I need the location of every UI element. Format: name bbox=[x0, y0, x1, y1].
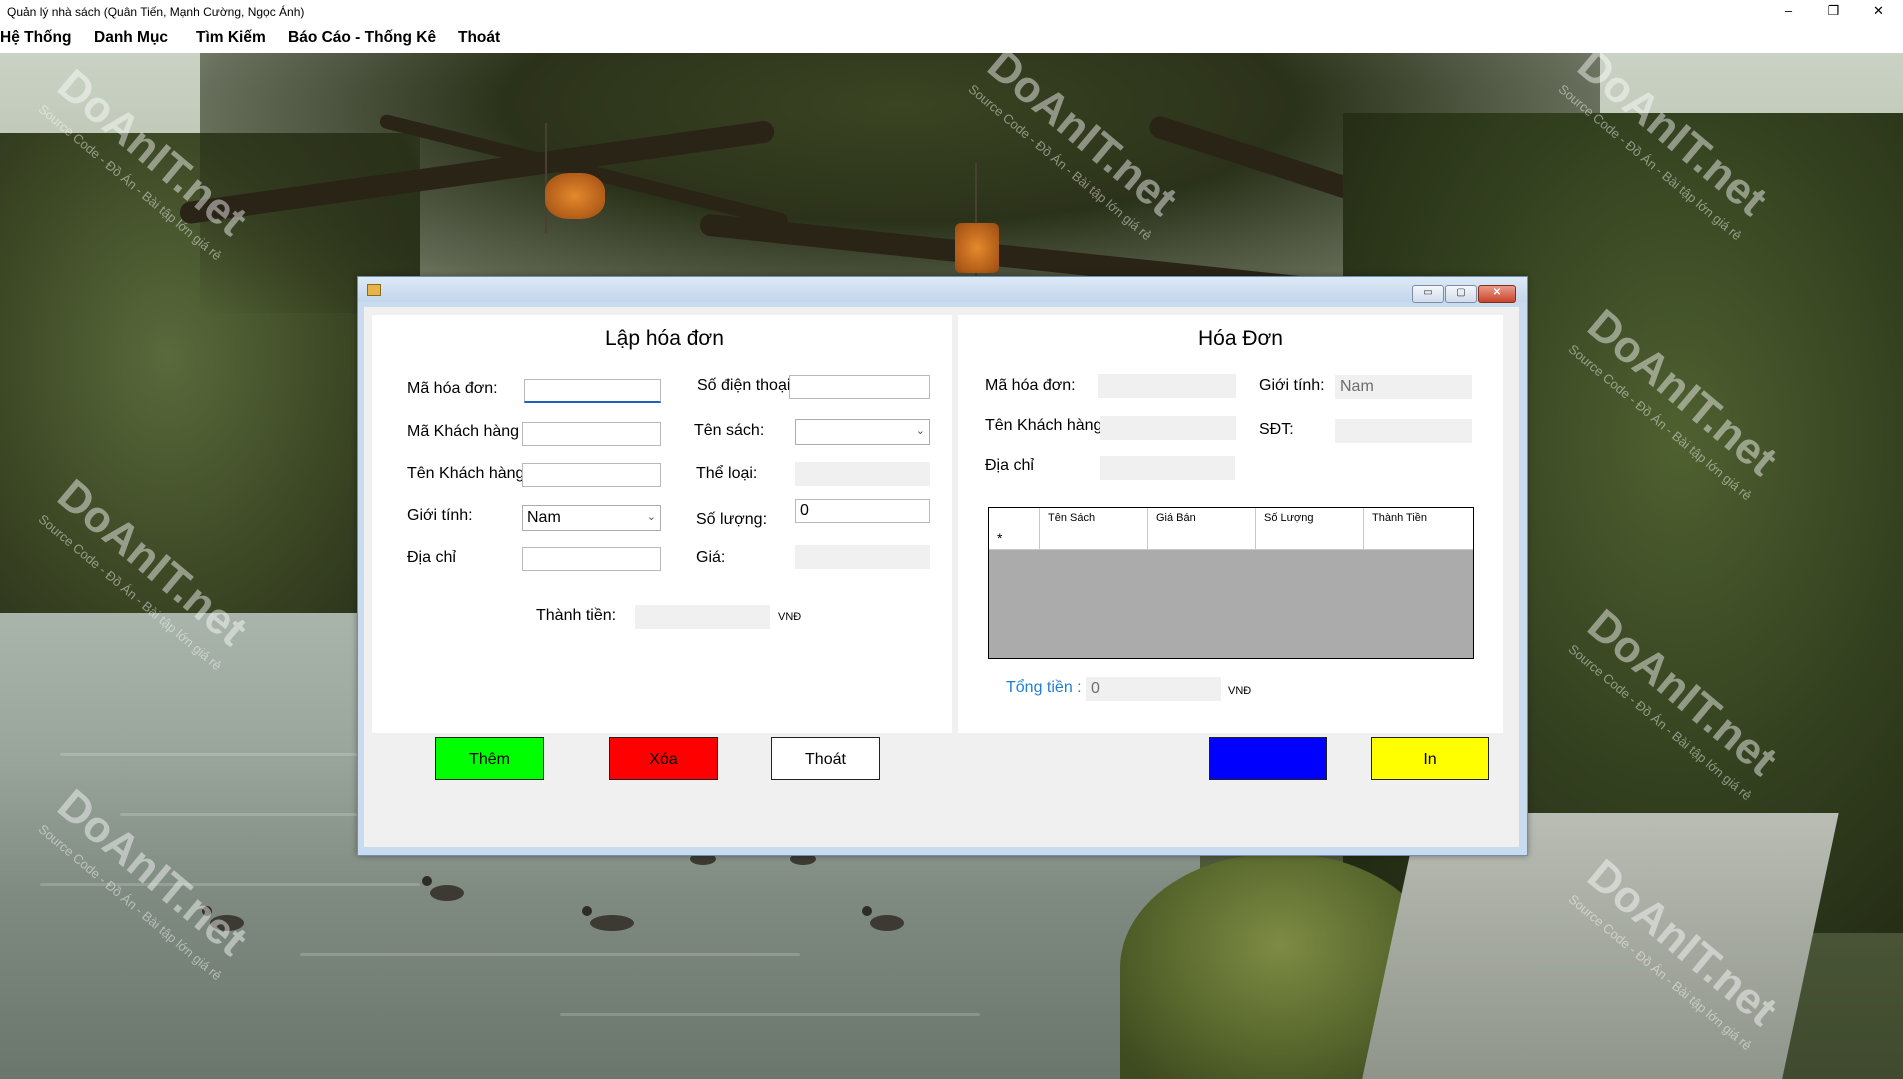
address-label: Địa chỉ bbox=[407, 549, 456, 566]
invoice-panel: Hóa Đơn Mã hóa đơn: Giới tính: Tên Khách… bbox=[958, 315, 1503, 733]
app-icon bbox=[367, 284, 381, 296]
grid-new-row[interactable]: * bbox=[989, 528, 1473, 550]
menu-thoat[interactable]: Thoát bbox=[458, 29, 500, 47]
price-label: Giá: bbox=[696, 549, 726, 566]
quantity-input[interactable] bbox=[795, 499, 930, 523]
price-input bbox=[795, 545, 930, 569]
create-invoice-heading: Lập hóa đơn bbox=[605, 327, 724, 350]
phone-label: SĐT: bbox=[1259, 421, 1294, 438]
subtotal-input bbox=[635, 605, 770, 629]
address-input[interactable] bbox=[522, 547, 661, 571]
gender-select[interactable]: Nam ⌄ bbox=[522, 505, 661, 531]
lantern bbox=[955, 223, 999, 273]
add-button[interactable]: Thêm bbox=[435, 737, 544, 780]
phone-label: Số điện thoại: bbox=[697, 377, 795, 394]
customer-id-label: Mã Khách hàng bbox=[407, 423, 520, 440]
chevron-down-icon: ⌄ bbox=[915, 425, 925, 437]
new-row-marker: * bbox=[997, 530, 1003, 546]
customer-name-label: Tên Khách hàng bbox=[407, 465, 525, 482]
lantern bbox=[545, 173, 605, 219]
subtotal-unit: VNĐ bbox=[778, 611, 802, 623]
category-input bbox=[795, 462, 930, 486]
restore-button[interactable]: ❐ bbox=[1811, 0, 1856, 22]
menu-danh-muc[interactable]: Danh Mục bbox=[94, 29, 168, 47]
gender-select-value: Nam bbox=[527, 509, 561, 526]
book-name-label: Tên sách: bbox=[694, 422, 765, 439]
minimize-button[interactable]: – bbox=[1766, 0, 1811, 22]
total-display bbox=[1086, 677, 1221, 701]
customer-name-label: Tên Khách hàng bbox=[985, 417, 1103, 434]
customer-name-input[interactable] bbox=[522, 463, 661, 487]
grid-column-header[interactable]: Giá Bán bbox=[1147, 508, 1255, 528]
phone-input[interactable] bbox=[789, 375, 930, 399]
gender-label: Giới tính: bbox=[1259, 377, 1325, 394]
total-unit: VNĐ bbox=[1228, 685, 1252, 697]
duck bbox=[862, 906, 904, 931]
window-title: Quản lý nhà sách (Quân Tiến, Mạnh Cường,… bbox=[7, 5, 305, 19]
invoice-heading: Hóa Đơn bbox=[1198, 327, 1283, 350]
grid-column-header[interactable]: Số Lượng bbox=[1255, 508, 1363, 528]
grid-cell[interactable] bbox=[1147, 528, 1255, 549]
close-button[interactable]: ✕ bbox=[1856, 0, 1901, 22]
grid-column-header[interactable]: Tên Sách bbox=[1039, 508, 1147, 528]
dialog-titlebar: ▭ ▢ ✕ bbox=[358, 277, 1527, 303]
exit-button[interactable]: Thoát bbox=[771, 737, 880, 780]
address-display bbox=[1100, 456, 1235, 480]
gender-display bbox=[1335, 375, 1472, 399]
dialog-close-button[interactable]: ✕ bbox=[1478, 285, 1516, 303]
delete-button[interactable]: Xóa bbox=[609, 737, 718, 780]
duck bbox=[582, 906, 634, 931]
invoice-id-input[interactable] bbox=[524, 379, 661, 403]
gender-label: Giới tính: bbox=[407, 507, 473, 524]
print-button[interactable]: In bbox=[1371, 737, 1489, 780]
duck bbox=[202, 906, 244, 931]
dialog-minimize-button[interactable]: ▭ bbox=[1412, 285, 1444, 303]
grid-cell[interactable] bbox=[1363, 528, 1475, 549]
invoice-items-grid[interactable]: Tên Sách Giá Bán Số Lượng Thành Tiền * bbox=[988, 507, 1474, 659]
dialog-client-area: Lập hóa đơn Mã hóa đơn: Mã Khách hàng Tê… bbox=[364, 307, 1519, 847]
grid-column-header[interactable]: Thành Tiền bbox=[1363, 508, 1475, 528]
quantity-label: Số lượng: bbox=[696, 511, 768, 528]
menu-bao-cao-thong-ke[interactable]: Báo Cáo - Thống Kê bbox=[288, 29, 436, 47]
menu-bar: Hệ Thống Danh Mục Tìm Kiếm Báo Cáo - Thố… bbox=[0, 24, 1903, 53]
create-invoice-panel: Lập hóa đơn Mã hóa đơn: Mã Khách hàng Tê… bbox=[372, 315, 952, 733]
menu-he-thong[interactable]: Hệ Thống bbox=[0, 29, 71, 47]
customer-name-display bbox=[1100, 416, 1236, 440]
subtotal-label: Thành tiền: bbox=[536, 607, 617, 624]
total-label: Tổng tiền : bbox=[1006, 679, 1082, 696]
grid-header: Tên Sách Giá Bán Số Lượng Thành Tiền bbox=[989, 508, 1473, 529]
save-button[interactable] bbox=[1209, 737, 1327, 780]
customer-id-input[interactable] bbox=[522, 422, 661, 446]
menu-tim-kiem[interactable]: Tìm Kiếm bbox=[196, 29, 266, 47]
grid-cell[interactable] bbox=[1039, 528, 1147, 549]
phone-display bbox=[1335, 419, 1472, 443]
dialog-maximize-button[interactable]: ▢ bbox=[1445, 285, 1477, 303]
invoice-dialog: ▭ ▢ ✕ Lập hóa đơn Mã hóa đơn: Mã Khách h… bbox=[357, 276, 1528, 856]
chevron-down-icon: ⌄ bbox=[646, 511, 656, 523]
invoice-id-label: Mã hóa đơn: bbox=[407, 380, 498, 397]
grid-cell[interactable] bbox=[1255, 528, 1363, 549]
duck bbox=[422, 876, 464, 901]
invoice-id-label: Mã hóa đơn: bbox=[985, 377, 1076, 394]
book-name-select[interactable]: ⌄ bbox=[795, 419, 930, 445]
category-label: Thể loại: bbox=[696, 465, 758, 482]
invoice-id-display bbox=[1098, 374, 1236, 398]
window-titlebar: Quản lý nhà sách (Quân Tiến, Mạnh Cường,… bbox=[0, 0, 1903, 24]
address-label: Địa chỉ bbox=[985, 457, 1034, 474]
